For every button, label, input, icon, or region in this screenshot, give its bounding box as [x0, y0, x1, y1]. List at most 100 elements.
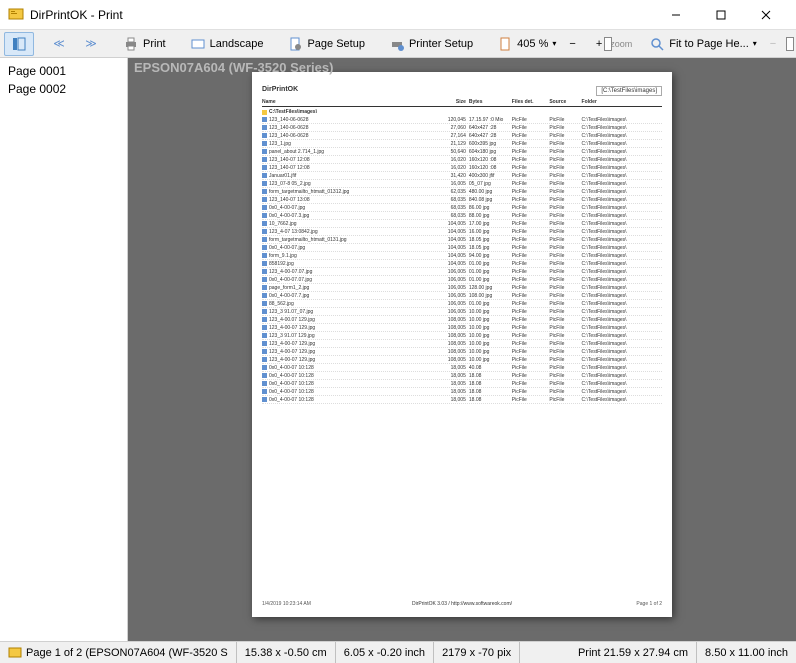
table-row: 88_562.jpg106,00501.00 jpgPicFilePicFile…	[262, 300, 662, 308]
zoom-dropdown[interactable]: 405 % ▾	[490, 32, 563, 56]
page-list-item[interactable]: Page 0001	[4, 62, 123, 80]
next-page-button[interactable]: ≫	[76, 32, 106, 56]
close-button[interactable]	[743, 1, 788, 29]
sheet-path: [C:\TestFiles\images]	[596, 86, 662, 96]
table-row: 0x0_4-00-07 10:12818,00518.08PicFilePicF…	[262, 388, 662, 396]
minimize-button[interactable]	[653, 1, 698, 29]
table-row: 123_1.jpg21,129600x395 jpgPicFilePicFile…	[262, 140, 662, 148]
landscape-label: Landscape	[210, 38, 264, 50]
prev-page-button[interactable]: ≪	[44, 32, 74, 56]
page-setup-label: Page Setup	[307, 38, 365, 50]
table-row: 123_4-07 13:0842.jpg104,00516.00 jpgPicF…	[262, 228, 662, 236]
table-row: 123_3 91.07 129.jpg108,00510.00 jpgPicFi…	[262, 332, 662, 340]
column-header: Folder	[582, 99, 662, 105]
table-row: 123_4-00-07 129.jpg108,00510.00 jpgPicFi…	[262, 356, 662, 364]
table-row: 10_7662.jpg104,00517.00 jpgPicFilePicFil…	[262, 220, 662, 228]
page-list-item[interactable]: Page 0002	[4, 80, 123, 98]
print-label: Print	[143, 38, 166, 50]
maximize-button[interactable]	[698, 1, 743, 29]
status-app-icon	[8, 646, 22, 660]
status-cm: 15.38 x -0.50 cm	[245, 647, 327, 659]
sidebar-icon	[11, 36, 27, 52]
toggle-sidebar-button[interactable]	[4, 32, 34, 56]
table-row: 123_140-06-062827,164640x427 :28PicFileP…	[262, 132, 662, 140]
page-setup-button[interactable]: Page Setup	[280, 32, 372, 56]
table-row: 0x0_4-00-07.7.jpg106,005108.00 jpgPicFil…	[262, 292, 662, 300]
fit-dropdown[interactable]: Fit to Page He... ▾	[642, 32, 764, 56]
minus-icon: −	[569, 38, 575, 50]
zoom-tag: zoom	[610, 39, 632, 49]
table-row: form_targetmailto_htmatt_01312.jpg62,035…	[262, 188, 662, 196]
table-row: page_form1_2.jpg106,005128.00 jpgPicFile…	[262, 284, 662, 292]
landscape-icon	[190, 36, 206, 52]
table-row: 0x0_4-00-07 10:12818,00518.08PicFilePicF…	[262, 372, 662, 380]
table-row: Januar01.jfif31,420400x300 jfifPicFilePi…	[262, 172, 662, 180]
table-row: 123_4-00-07.07.jpg106,00501.00 jpgPicFil…	[262, 268, 662, 276]
app-icon	[8, 7, 24, 23]
toolbar: ≪ ≫ Print Landscape Page Setup Printer S…	[0, 30, 796, 58]
minus-icon: −	[770, 38, 776, 50]
footer-app: DirPrintOK 3.03 / http://www.softwareok.…	[412, 601, 512, 607]
window-titlebar: DirPrintOK - Print	[0, 0, 796, 30]
table-row: 0x0_4-00-07.3.jpg68,03588.00 jpgPicFileP…	[262, 212, 662, 220]
table-row: 0x0_4-00-07.jpg104,00518.05 jpgPicFilePi…	[262, 244, 662, 252]
status-print-inch: 8.50 x 11.00 inch	[705, 647, 788, 659]
table-row: 0x0_4-00-07 10:12818,00540.08PicFilePicF…	[262, 364, 662, 372]
print-button[interactable]: Print	[116, 32, 173, 56]
table-row: 123_3 91.07_07.jpg106,00510.00 jpgPicFil…	[262, 308, 662, 316]
column-header: Source	[549, 99, 581, 105]
zoom-page-icon	[497, 36, 513, 52]
table-row: form_targetmailto_htmatt_0131.jpg104,005…	[262, 236, 662, 244]
main-area: Page 0001Page 0002 EPSON07A604 (WF-3520 …	[0, 58, 796, 641]
page-sheet: DirPrintOK [C:\TestFiles\images] NameSiz…	[252, 72, 672, 617]
window-title: DirPrintOK - Print	[30, 8, 653, 22]
dropdown-icon: ▾	[552, 39, 556, 48]
table-row: 123_4-00.07 129.jpg108,00510.00 jpgPicFi…	[262, 316, 662, 324]
page-setup-icon	[287, 36, 303, 52]
table-row: 123_140-06-062827,060640x427 :28PicFileP…	[262, 124, 662, 132]
table-row: 123_4-00-07 129.jpg108,00510.00 jpgPicFi…	[262, 348, 662, 356]
table-row: 123_140-07 12:0816,020160x120 :08PicFile…	[262, 156, 662, 164]
footer-date: 1/4/2019 10:23:14 AM	[262, 601, 311, 607]
page-list-sidebar: Page 0001Page 0002	[0, 58, 128, 641]
table-row: 123_140-07 13:0868,035840.08 jpgPicFileP…	[262, 196, 662, 204]
status-print-cm: Print 21.59 x 27.94 cm	[578, 647, 688, 659]
preview-area[interactable]: EPSON07A604 (WF-3520 Series) DirPrintOK …	[128, 58, 796, 641]
table-row: 123_140-07 12:0816,020160x120 :08PicFile…	[262, 164, 662, 172]
table-row: 0x0_4-00-07.jpg68,03586.00 jpgPicFilePic…	[262, 204, 662, 212]
column-header: Size	[423, 99, 469, 105]
dropdown-icon: ▾	[753, 39, 757, 48]
printer-icon	[123, 36, 139, 52]
table-row: 123_4-00-07 129.jpg108,00510.00 jpgPicFi…	[262, 324, 662, 332]
table-row: form_9.1.jpg104,00594.00 jpgPicFilePicFi…	[262, 252, 662, 260]
status-pix: 2179 x -70 pix	[442, 647, 511, 659]
fit-icon	[649, 36, 665, 52]
table-row: 0x0_4-00-07 10:12818,00518.08PicFilePicF…	[262, 396, 662, 404]
fit-out-button[interactable]: −	[766, 34, 780, 54]
printer-name-label: EPSON07A604 (WF-3520 Series)	[134, 60, 333, 75]
table-row: 858192.jpg104,00501.00 jpgPicFilePicFile…	[262, 260, 662, 268]
printer-setup-icon	[389, 36, 405, 52]
status-page-info: Page 1 of 2 (EPSON07A604 (WF-3520 S	[26, 647, 228, 659]
sheet-table: NameSizeBytesFiles det.SourceFolder C:\T…	[262, 99, 662, 404]
fit-label: Fit to Page He...	[669, 38, 748, 50]
table-row: 123_140-06-0628120,04517.15.97 :0 MioPic…	[262, 116, 662, 124]
printer-setup-button[interactable]: Printer Setup	[382, 32, 480, 56]
table-row: 0x0_4-00-07 10:12818,00518.08PicFilePicF…	[262, 380, 662, 388]
table-row: 0x0_4-00-07.07.jpg106,00501.00 jpgPicFil…	[262, 276, 662, 284]
footer-page: Page 1 of 2	[636, 601, 662, 607]
statusbar: Page 1 of 2 (EPSON07A604 (WF-3520 S 15.3…	[0, 641, 796, 663]
printer-setup-label: Printer Setup	[409, 38, 473, 50]
double-right-icon: ≫	[83, 36, 99, 52]
table-row: panel_about 2.714_1.jpg50,640604x180 jpg…	[262, 148, 662, 156]
table-row: 123_07-8 05_2.jpg16,00505_07 jpgPicFileP…	[262, 180, 662, 188]
status-inch: 6.05 x -0.20 inch	[344, 647, 425, 659]
plus-icon: +	[596, 38, 602, 50]
landscape-button[interactable]: Landscape	[183, 32, 271, 56]
zoom-value: 405 %	[517, 38, 548, 50]
column-header: Files det.	[512, 99, 550, 105]
column-header: Name	[262, 99, 423, 105]
double-left-icon: ≪	[51, 36, 67, 52]
column-header: Bytes	[469, 99, 512, 105]
zoom-out-button[interactable]: −	[565, 34, 579, 54]
